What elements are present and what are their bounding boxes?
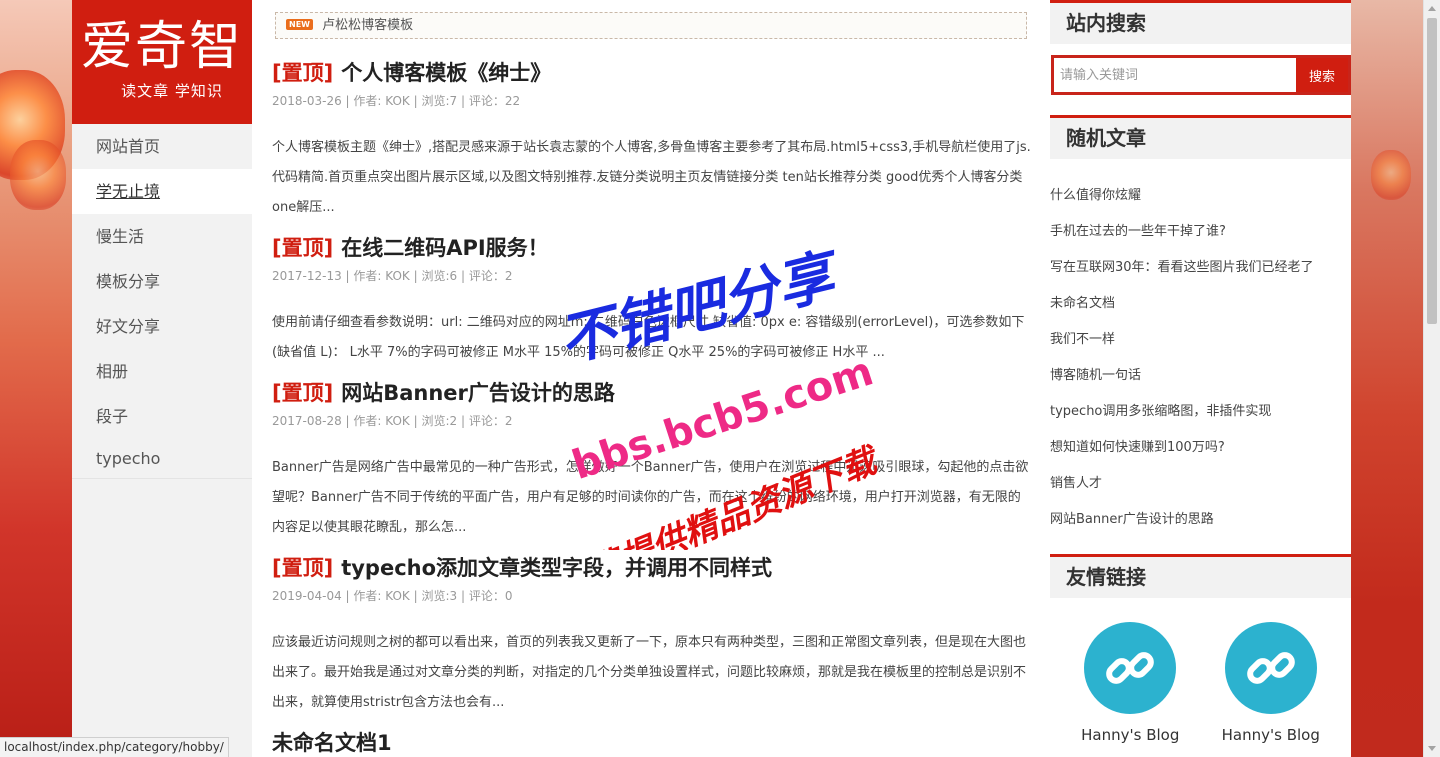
- post-title[interactable]: [置顶] 网站Banner广告设计的思路: [272, 378, 1026, 408]
- post-title[interactable]: [置顶] 个人博客模板《绅士》: [272, 58, 1026, 88]
- nav-item-album[interactable]: 相册: [72, 349, 252, 394]
- random-list: 什么值得你炫耀 手机在过去的一些年干掉了谁? 写在互联网30年：看看这些图片我们…: [1050, 181, 1351, 541]
- post-meta: 2017-08-28 | 作者: KOK | 浏览:2 | 评论：2: [272, 414, 513, 428]
- search-button[interactable]: 搜索: [1296, 58, 1348, 92]
- main-nav: 网站首页 学无止境 慢生活 模板分享 好文分享 相册 段子 typecho: [72, 124, 252, 479]
- pinned-tag: [置顶]: [272, 381, 334, 405]
- notice-text[interactable]: 卢松松博客模板: [322, 18, 413, 33]
- post-title-text[interactable]: 网站Banner广告设计的思路: [341, 381, 615, 405]
- logo-subtitle: 读文章 学知识: [121, 82, 223, 100]
- search-heading: 站内搜索: [1050, 0, 1351, 44]
- post-title-text[interactable]: 个人博客模板《绅士》: [341, 61, 551, 85]
- post-item: [置顶] typecho添加文章类型字段，并调用不同样式 2019-04-04 |…: [272, 553, 1026, 718]
- search-input[interactable]: [1054, 58, 1296, 92]
- post-excerpt: Banner广告是网络广告中最常见的一种广告形式，怎样做好一个Banner广告，…: [272, 460, 1029, 535]
- post-item: 未命名文档1: [272, 728, 1026, 757]
- left-background: [0, 0, 72, 757]
- lantern-decoration: [10, 140, 66, 210]
- nav-item-templates[interactable]: 模板分享: [72, 259, 252, 304]
- random-item[interactable]: 想知道如何快速赚到100万吗?: [1050, 433, 1351, 469]
- post-item: [置顶] 个人博客模板《绅士》 2018-03-26 | 作者: KOK | 浏览…: [272, 58, 1031, 223]
- nav-item-jokes[interactable]: 段子: [72, 394, 252, 439]
- links-grid: Hanny's Blog Hanny's Blog: [1050, 622, 1351, 744]
- main-content: NEW 卢松松博客模板 [置顶] 个人博客模板《绅士》 2018-03-26 | …: [252, 0, 1050, 757]
- search-form: 搜索: [1051, 55, 1351, 95]
- scroll-down-icon[interactable]: [1428, 746, 1436, 751]
- links-heading: 友情链接: [1050, 554, 1351, 598]
- nav-item-articles[interactable]: 好文分享: [72, 304, 252, 349]
- random-item[interactable]: 写在互联网30年：看看这些图片我们已经老了: [1050, 253, 1351, 289]
- nav-item-typecho[interactable]: typecho: [72, 439, 252, 479]
- link-icon[interactable]: [1224, 622, 1317, 714]
- post-item: [置顶] 在线二维码API服务！ 2017-12-13 | 作者: KOK | 浏…: [272, 233, 1026, 368]
- random-item[interactable]: 销售人才: [1050, 469, 1351, 505]
- right-sidebar: 站内搜索 搜索 随机文章 什么值得你炫耀 手机在过去的一些年干掉了谁? 写在互联…: [1050, 0, 1351, 757]
- pinned-tag: [置顶]: [272, 61, 334, 85]
- random-item[interactable]: 博客随机一句话: [1050, 361, 1351, 397]
- lantern-decoration: [1371, 150, 1411, 200]
- post-meta: 2019-04-04 | 作者: KOK | 浏览:3 | 评论：0: [272, 589, 513, 603]
- friend-link[interactable]: Hanny's Blog: [1075, 622, 1185, 744]
- nav-item-slow-life[interactable]: 慢生活: [72, 214, 252, 259]
- browser-status-bar: localhost/index.php/category/hobby/: [0, 737, 229, 757]
- post-excerpt: 个人博客模板主题《绅士》,搭配灵感来源于站长袁志蒙的个人博客,多骨鱼博客主要参考…: [272, 140, 1031, 215]
- post-title[interactable]: 未命名文档1: [272, 728, 1026, 757]
- random-item[interactable]: typecho调用多张缩略图，非插件实现: [1050, 397, 1351, 433]
- site-logo[interactable]: 爱奇智 读文章 学知识: [72, 0, 252, 124]
- post-title[interactable]: [置顶] 在线二维码API服务！: [272, 233, 1026, 263]
- random-item[interactable]: 网站Banner广告设计的思路: [1050, 505, 1351, 541]
- left-sidebar: 爱奇智 读文章 学知识 网站首页 学无止境 慢生活 模板分享 好文分享 相册 段…: [72, 0, 252, 757]
- page-scrollbar[interactable]: [1423, 0, 1440, 757]
- link-name[interactable]: Hanny's Blog: [1216, 726, 1326, 744]
- post-excerpt: 应该最近访问规则之树的都可以看出来，首页的列表我又更新了一下，原本只有两种类型，…: [272, 635, 1027, 710]
- random-item[interactable]: 手机在过去的一些年干掉了谁?: [1050, 217, 1351, 253]
- scrollbar-thumb[interactable]: [1427, 18, 1437, 324]
- nav-item-learning[interactable]: 学无止境: [72, 169, 252, 214]
- scroll-up-icon[interactable]: [1428, 6, 1436, 11]
- post-title[interactable]: [置顶] typecho添加文章类型字段，并调用不同样式: [272, 553, 1026, 583]
- post-title-text[interactable]: 未命名文档1: [272, 731, 392, 755]
- link-name[interactable]: Hanny's Blog: [1075, 726, 1185, 744]
- post-meta: 2018-03-26 | 作者: KOK | 浏览:7 | 评论：22: [272, 94, 521, 108]
- random-item[interactable]: 我们不一样: [1050, 325, 1351, 361]
- notice-bar[interactable]: NEW 卢松松博客模板: [275, 12, 1027, 39]
- pinned-tag: [置顶]: [272, 556, 334, 580]
- nav-item-home[interactable]: 网站首页: [72, 124, 252, 169]
- logo-title: 爱奇智: [80, 17, 243, 77]
- post-title-text[interactable]: typecho添加文章类型字段，并调用不同样式: [341, 556, 772, 580]
- random-item[interactable]: 什么值得你炫耀: [1050, 181, 1351, 217]
- right-background: [1351, 0, 1440, 757]
- post-title-text[interactable]: 在线二维码API服务！: [341, 236, 548, 260]
- link-icon[interactable]: [1084, 622, 1177, 714]
- pinned-tag: [置顶]: [272, 236, 334, 260]
- post-item: [置顶] 网站Banner广告设计的思路 2017-08-28 | 作者: KOK…: [272, 378, 1028, 543]
- random-item[interactable]: 未命名文档: [1050, 289, 1351, 325]
- post-excerpt: 使用前请仔细查看参数说明：url: 二维码对应的网址m: 二维码白色边框尺寸,缺…: [272, 315, 1025, 360]
- random-heading: 随机文章: [1050, 115, 1351, 159]
- post-meta: 2017-12-13 | 作者: KOK | 浏览:6 | 评论：2: [272, 269, 513, 283]
- new-badge: NEW: [286, 19, 313, 30]
- friend-link[interactable]: Hanny's Blog: [1216, 622, 1326, 744]
